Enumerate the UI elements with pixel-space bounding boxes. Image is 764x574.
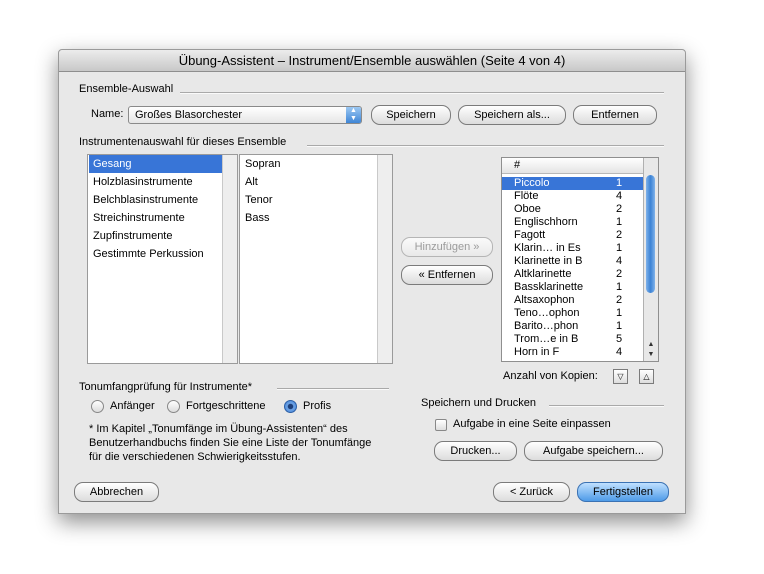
- ensemble-name-popup[interactable]: Großes Blasorchester ▲ ▼: [128, 106, 362, 124]
- fit-page-checkbox[interactable]: [435, 419, 447, 431]
- range-check-label: Tonumfangprüfung für Instrumente*: [79, 381, 253, 393]
- table-header[interactable]: #: [502, 158, 643, 174]
- range-footnote: * Im Kapitel „Tonumfänge im Übung-Assist…: [89, 423, 372, 463]
- instrument-family-list[interactable]: Gesang Holzblasinstrumente Belchblasinst…: [87, 154, 238, 364]
- copies-decrease-button[interactable]: ▽: [613, 369, 628, 384]
- chevron-down-icon: ▽: [617, 372, 624, 381]
- finish-button[interactable]: Fertigstellen: [577, 482, 669, 502]
- scroll-up-icon[interactable]: ▲: [644, 340, 658, 349]
- instruments-section-label: Instrumentenauswahl für dieses Ensemble: [79, 136, 287, 148]
- remove-instrument-button[interactable]: « Entfernen: [401, 265, 493, 285]
- radio-beginner[interactable]: [91, 400, 104, 413]
- ensemble-name-label: Name:: [91, 108, 124, 120]
- radio-professional[interactable]: [284, 400, 297, 413]
- table-row[interactable]: Klarin… in Es 1: [502, 242, 643, 255]
- chevron-up-icon: △: [643, 372, 650, 381]
- table-row[interactable]: Altsaxophon 2: [502, 294, 643, 307]
- table-row[interactable]: Flöte 4: [502, 190, 643, 203]
- instruments-section-divider: [307, 145, 664, 147]
- table-row[interactable]: Fagott 2: [502, 229, 643, 242]
- scroll-down-icon[interactable]: ▼: [644, 350, 658, 359]
- ensemble-section-label: Ensemble-Auswahl: [79, 83, 174, 95]
- voice-item[interactable]: Alt: [241, 173, 377, 191]
- fit-page-label: Aufgabe in eine Seite einpassen: [453, 418, 611, 430]
- radio-professional-label: Profis: [303, 400, 332, 412]
- ensemble-section-divider: [180, 92, 664, 94]
- back-button[interactable]: < Zurück: [493, 482, 570, 502]
- table-row[interactable]: Klarinette in B4: [502, 255, 643, 268]
- family-item[interactable]: Gestimmte Perkussion: [89, 245, 222, 263]
- save-print-label: Speichern und Drucken: [421, 397, 536, 409]
- radio-advanced[interactable]: [167, 400, 180, 413]
- remove-ensemble-button[interactable]: Entfernen: [573, 105, 657, 125]
- copies-increase-button[interactable]: △: [639, 369, 654, 384]
- window-title: Übung-Assistent – Instrument/Ensemble au…: [59, 50, 685, 72]
- ensemble-name-value: Großes Blasorchester: [135, 109, 242, 121]
- wizard-dialog: Übung-Assistent – Instrument/Ensemble au…: [58, 49, 686, 514]
- table-row[interactable]: Trom…e in B5: [502, 333, 643, 346]
- voice-item[interactable]: Bass: [241, 209, 377, 227]
- table-row[interactable]: Teno…ophon 1: [502, 307, 643, 320]
- table-row[interactable]: Bassklarinette 1: [502, 281, 643, 294]
- voice-item[interactable]: Sopran: [241, 155, 377, 173]
- family-item[interactable]: Gesang: [89, 155, 222, 173]
- voice-item[interactable]: Tenor: [241, 191, 377, 209]
- print-button[interactable]: Drucken...: [434, 441, 517, 461]
- add-instrument-button[interactable]: Hinzufügen »: [401, 237, 493, 257]
- popup-arrows-icon: ▲ ▼: [346, 107, 361, 123]
- copies-label: Anzahl von Kopien:: [503, 370, 598, 382]
- radio-advanced-label: Fortgeschrittene: [186, 400, 266, 412]
- range-check-divider: [277, 388, 389, 390]
- table-row[interactable]: Englischhorn 1: [502, 216, 643, 229]
- family-item[interactable]: Holzblasinstrumente: [89, 173, 222, 191]
- table-row[interactable]: Oboe 2: [502, 203, 643, 216]
- table-row[interactable]: Horn in F4: [502, 346, 643, 359]
- cancel-button[interactable]: Abbrechen: [74, 482, 159, 502]
- save-ensemble-button[interactable]: Speichern: [371, 105, 451, 125]
- save-task-button[interactable]: Aufgabe speichern...: [524, 441, 663, 461]
- family-item[interactable]: Streichinstrumente: [89, 209, 222, 227]
- instrument-voice-list[interactable]: Sopran Alt Tenor Bass: [239, 154, 393, 364]
- table-row[interactable]: Altklarinette 2: [502, 268, 643, 281]
- scrollbar-thumb[interactable]: [646, 175, 655, 293]
- table-scrollbar[interactable]: ▲ ▼: [643, 158, 658, 361]
- save-print-divider: [549, 405, 664, 407]
- radio-beginner-label: Anfänger: [110, 400, 155, 412]
- table-row[interactable]: Piccolo 1: [502, 177, 643, 190]
- family-item[interactable]: Zupfinstrumente: [89, 227, 222, 245]
- save-ensemble-as-button[interactable]: Speichern als...: [458, 105, 566, 125]
- ensemble-instrument-table[interactable]: # Piccolo 1 Flöte 4 Oboe 2 Englischhorn 1 Fa…: [501, 157, 659, 362]
- family-item[interactable]: Belchblasinstrumente: [89, 191, 222, 209]
- table-row[interactable]: Barito…phon 1: [502, 320, 643, 333]
- table-header-number: #: [514, 159, 521, 171]
